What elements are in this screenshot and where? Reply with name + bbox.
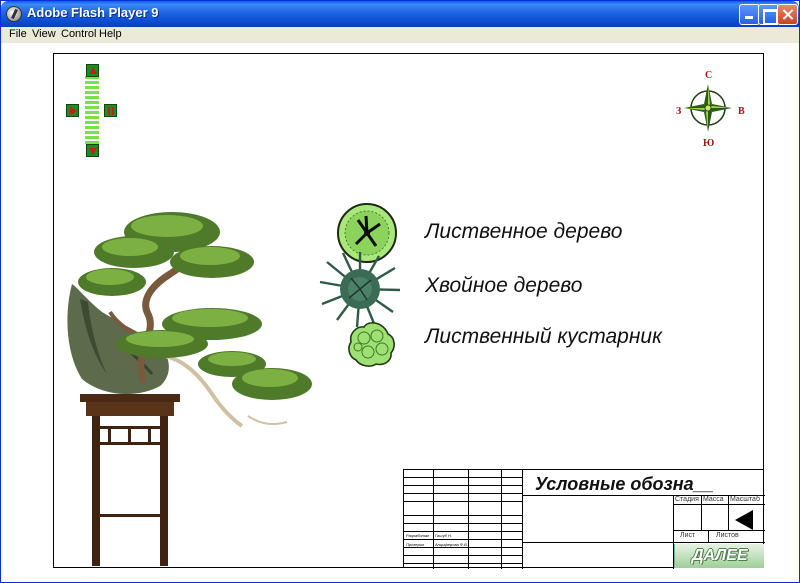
menu-file[interactable]: File: [9, 28, 27, 40]
nav-up-arrow-icon[interactable]: [86, 64, 99, 77]
menu-help[interactable]: Help: [99, 28, 122, 40]
window-title: Adobe Flash Player 9: [27, 5, 159, 20]
flash-player-window: Adobe Flash Player 9 File View Control H…: [0, 0, 800, 583]
nav-down-arrow-icon[interactable]: [86, 144, 99, 157]
drawing-title-block: Условные обозна__ Стадия Масса Масштаб Л…: [403, 469, 765, 569]
checked-label: Проверил: [406, 542, 425, 547]
next-button-label: ДАЛЕЕ: [692, 547, 748, 564]
maximize-button[interactable]: [758, 4, 779, 25]
compass-north-label: С: [705, 70, 713, 81]
legend-label-shrub: Лиственный кустарник: [425, 325, 663, 348]
flash-player-app-icon: [6, 6, 22, 22]
developed-name: Гашуб Н.: [435, 533, 453, 538]
sheet-label: Лист: [680, 532, 696, 539]
compass-west-label: З: [676, 106, 682, 117]
nav-scroll-track[interactable]: [85, 76, 99, 144]
compass-south-label: Ю: [703, 138, 715, 149]
minimize-button[interactable]: [739, 4, 760, 25]
sheets-label: Листов: [716, 532, 739, 539]
menu-view[interactable]: View: [32, 28, 56, 40]
menu-control[interactable]: Control: [61, 28, 96, 40]
developed-label: Разработал: [406, 533, 430, 538]
nav-play-icon[interactable]: [66, 104, 79, 117]
back-arrow-icon[interactable]: [735, 510, 753, 530]
drawing-title: Условные обозна__: [535, 474, 714, 494]
next-button[interactable]: ДАЛЕЕ: [674, 544, 764, 568]
bonsai-on-stand-illustration: [67, 212, 312, 566]
nav-pause-icon[interactable]: [104, 104, 117, 117]
compass-star-icon: [684, 84, 732, 132]
checked-name: Анциферова Ф.В.: [435, 542, 468, 547]
compass-rose: С В З Ю: [672, 70, 745, 150]
legend-label-deciduous: Лиственное дерево: [425, 220, 623, 243]
stage-header: Стадия: [675, 496, 699, 503]
compass-east-label: В: [738, 106, 745, 117]
conifer-tree-symbol-icon: [319, 252, 401, 328]
scale-header: Масштаб: [730, 496, 760, 503]
menu-bar: File View Control Help: [1, 27, 799, 43]
navigation-control: [66, 64, 122, 159]
title-bar[interactable]: Adobe Flash Player 9: [1, 1, 799, 27]
flash-stage: С В З Ю Лиственное дерево Хвойное дерево…: [53, 53, 765, 569]
close-button[interactable]: [777, 4, 798, 25]
mass-header: Масса: [703, 496, 724, 503]
legend-label-conifer: Хвойное дерево: [425, 274, 583, 297]
shrub-symbol-icon: [348, 322, 395, 367]
